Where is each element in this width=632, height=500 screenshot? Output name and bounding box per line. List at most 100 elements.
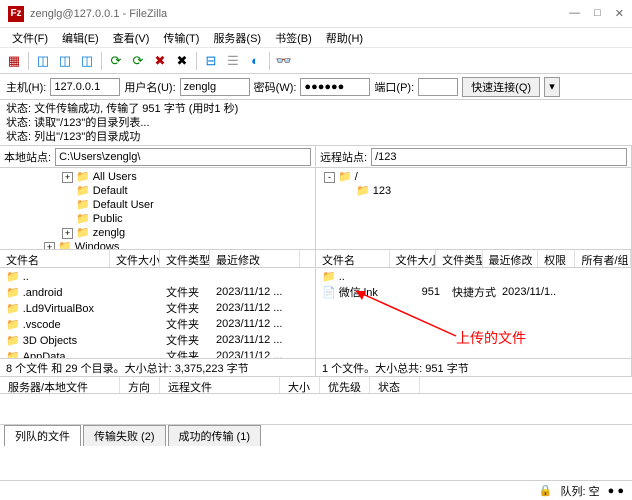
local-file-list[interactable]: 📁..📁.android文件夹2023/11/12 ...📁.Ld9Virtua…	[0, 268, 315, 358]
queue-tab[interactable]: 传输失败 (2)	[83, 425, 166, 446]
quickconnect-bar: 主机(H): 用户名(U): 密码(W): 端口(P): 快速连接(Q) ▾	[0, 74, 632, 100]
local-list-header: 文件名文件大小文件类型最近修改	[0, 250, 315, 268]
tree-node[interactable]: 📁Default	[4, 184, 311, 198]
column-header[interactable]: 方向	[120, 377, 160, 393]
list-item[interactable]: 📁..	[316, 268, 631, 284]
tree-label: All Users	[93, 171, 137, 183]
reconnect-button[interactable]: ⊟	[201, 51, 221, 71]
process-queue-button[interactable]: ⟳	[128, 51, 148, 71]
folder-icon: 📁	[76, 213, 90, 225]
remote-tree[interactable]: -📁/📁123	[316, 168, 631, 250]
search-button[interactable]: 👓	[274, 51, 294, 71]
local-path-input[interactable]	[55, 148, 311, 166]
tree-node[interactable]: 📁Default User	[4, 198, 311, 212]
expander-icon[interactable]: -	[324, 172, 335, 183]
column-header[interactable]: 文件大小	[110, 250, 160, 267]
remote-pane: -📁/📁123 文件名文件大小文件类型最近修改权限所有者/组 📁..📄微信.ln…	[316, 168, 632, 376]
column-header[interactable]: 权限	[538, 250, 575, 267]
disconnect-button[interactable]: ✖	[172, 51, 192, 71]
list-item[interactable]: 📄微信.lnk951快捷方式2023/11/1...	[316, 284, 631, 300]
port-input[interactable]	[418, 78, 458, 96]
message-log: 状态: 文件传输成功, 传输了 951 字节 (用时1 秒)状态: 读取"/12…	[0, 100, 632, 146]
cancel-button[interactable]: ✖	[150, 51, 170, 71]
close-button[interactable]: ✕	[615, 7, 624, 20]
menu-item[interactable]: 帮助(H)	[320, 28, 369, 48]
quickconnect-dropdown[interactable]: ▾	[544, 77, 560, 97]
list-item[interactable]: 📁AppData文件夹2023/11/12 ...	[0, 348, 315, 358]
list-item[interactable]: 📁.vscode文件夹2023/11/12 ...	[0, 316, 315, 332]
toggle-log-button[interactable]: ◫	[55, 51, 75, 71]
maximize-button[interactable]: □	[594, 7, 601, 20]
remote-file-list[interactable]: 📁..📄微信.lnk951快捷方式2023/11/1...	[316, 268, 631, 358]
local-pane: +📁All Users📁Default📁Default User📁Public+…	[0, 168, 316, 376]
file-icon: 📁	[6, 335, 20, 347]
file-icon: 📁	[322, 271, 336, 283]
remote-path-input[interactable]	[371, 148, 627, 166]
user-label: 用户名(U):	[124, 79, 175, 95]
tree-node[interactable]: 📁Public	[4, 212, 311, 226]
list-item[interactable]: 📁.Ld9VirtualBox文件夹2023/11/12 ...	[0, 300, 315, 316]
toolbar: ▦ ◫ ◫ ◫ ⟳ ⟳ ✖ ✖ ⊟ ☰ ◐ 👓	[0, 48, 632, 74]
app-icon: Fz	[8, 6, 24, 22]
tree-node[interactable]: -📁/	[320, 170, 627, 184]
column-header[interactable]: 文件类型	[436, 250, 482, 267]
quickconnect-button[interactable]: 快速连接(Q)	[462, 77, 540, 97]
column-header[interactable]: 大小	[280, 377, 320, 393]
column-header[interactable]: 文件类型	[160, 250, 210, 267]
column-header[interactable]: 服务器/本地文件	[0, 377, 120, 393]
list-item[interactable]: 📁.android文件夹2023/11/12 ...	[0, 284, 315, 300]
file-icon: 📁	[6, 287, 20, 299]
column-header[interactable]: 最近修改	[210, 250, 300, 267]
host-input[interactable]	[50, 78, 120, 96]
file-icon: 📄	[322, 287, 336, 299]
toggle-queue-button[interactable]: ◫	[77, 51, 97, 71]
tree-label: zenglg	[93, 227, 125, 239]
toggle-tree-button[interactable]: ◫	[33, 51, 53, 71]
compare-button[interactable]: ◐	[245, 51, 265, 71]
filter-button[interactable]: ☰	[223, 51, 243, 71]
pass-label: 密码(W):	[254, 79, 297, 95]
list-item[interactable]: 📁..	[0, 268, 315, 284]
menu-item[interactable]: 文件(F)	[6, 28, 54, 48]
column-header[interactable]: 远程文件	[160, 377, 280, 393]
pass-input[interactable]	[300, 78, 370, 96]
queue-tabs: 列队的文件传输失败 (2)成功的传输 (1)	[0, 424, 632, 446]
folder-icon: 📁	[356, 185, 370, 197]
menu-item[interactable]: 编辑(E)	[56, 28, 105, 48]
minimize-button[interactable]: —	[569, 7, 580, 20]
site-manager-button[interactable]: ▦	[4, 51, 24, 71]
queue-tab[interactable]: 成功的传输 (1)	[168, 425, 262, 446]
column-header[interactable]: 文件名	[316, 250, 390, 267]
queue-list[interactable]	[0, 394, 632, 424]
menu-item[interactable]: 书签(B)	[269, 28, 318, 48]
tree-label: Public	[93, 213, 123, 225]
folder-icon: 📁	[76, 171, 90, 183]
tree-node[interactable]: +📁zenglg	[4, 226, 311, 240]
refresh-button[interactable]: ⟳	[106, 51, 126, 71]
expander-icon[interactable]: +	[62, 228, 73, 239]
expander-icon[interactable]: +	[44, 242, 55, 250]
column-header[interactable]: 优先级	[320, 377, 370, 393]
tree-node[interactable]: +📁All Users	[4, 170, 311, 184]
queue-tab[interactable]: 列队的文件	[4, 425, 81, 446]
file-icon: 📁	[6, 351, 20, 359]
tree-node[interactable]: +📁Windows	[4, 240, 311, 250]
column-header[interactable]: 文件大小	[390, 250, 436, 267]
column-header[interactable]: 最近修改	[483, 250, 539, 267]
log-line: 状态: 读取"/123"的目录列表...	[6, 116, 626, 130]
column-header[interactable]: 所有者/组	[575, 250, 631, 267]
column-header[interactable]: 状态	[370, 377, 420, 393]
local-tree[interactable]: +📁All Users📁Default📁Default User📁Public+…	[0, 168, 315, 250]
lock-icon: 🔒	[539, 484, 553, 497]
remote-list-header: 文件名文件大小文件类型最近修改权限所有者/组	[316, 250, 631, 268]
expander-icon[interactable]: +	[62, 172, 73, 183]
menu-item[interactable]: 服务器(S)	[207, 28, 267, 48]
titlebar: Fz zenglg@127.0.0.1 - FileZilla — □ ✕	[0, 0, 632, 28]
user-input[interactable]	[180, 78, 250, 96]
log-line: 状态: 列出"/123"的目录成功	[6, 130, 626, 144]
menu-item[interactable]: 查看(V)	[107, 28, 156, 48]
tree-node[interactable]: 📁123	[320, 184, 627, 198]
menu-item[interactable]: 传输(T)	[157, 28, 205, 48]
column-header[interactable]: 文件名	[0, 250, 110, 267]
list-item[interactable]: 📁3D Objects文件夹2023/11/12 ...	[0, 332, 315, 348]
